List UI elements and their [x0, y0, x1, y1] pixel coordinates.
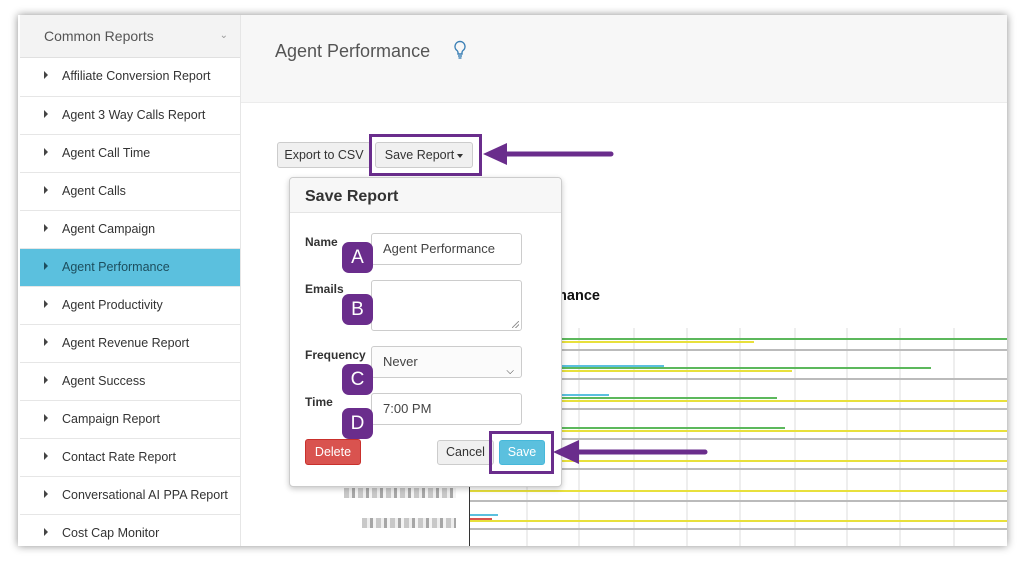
chevron-right-icon: [44, 71, 48, 79]
lightbulb-icon[interactable]: [452, 40, 468, 60]
chevron-down-icon[interactable]: ⌄: [220, 30, 228, 41]
chevron-right-icon: [44, 148, 48, 156]
chevron-right-icon: [44, 376, 48, 384]
sidebar-item-agent-performance[interactable]: Agent Performance: [20, 249, 240, 287]
cancel-button[interactable]: Cancel: [437, 440, 494, 465]
chevron-right-icon: [44, 528, 48, 536]
frequency-value: Never: [383, 354, 418, 369]
frequency-select[interactable]: Never ⌵: [371, 346, 522, 378]
sidebar-item-label: Conversational AI PPA Report: [62, 488, 228, 502]
sidebar-item-agent-productivity[interactable]: Agent Productivity: [20, 287, 240, 325]
chevron-right-icon: [44, 224, 48, 232]
sidebar-item-label: Agent 3 Way Calls Report: [62, 108, 206, 122]
time-input[interactable]: 7:00 PM: [371, 393, 522, 425]
sidebar-item-label: Agent Productivity: [62, 298, 163, 312]
sidebar-item-agent-campaign[interactable]: Agent Campaign: [20, 211, 240, 249]
export-csv-button[interactable]: Export to CSV: [277, 142, 371, 168]
sidebar: Common Reports ⌄ Affiliate Conversion Re…: [20, 15, 241, 546]
blurred-agent-name: [344, 488, 456, 498]
sidebar-item-campaign-report[interactable]: Campaign Report: [20, 401, 240, 439]
popover-header: Save Report: [290, 178, 561, 213]
time-label: Time: [305, 395, 333, 409]
sidebar-item-label: Affiliate Conversion Report: [62, 69, 211, 83]
sidebar-item-label: Agent Call Time: [62, 146, 151, 160]
chevron-down-icon: ⌵: [506, 366, 514, 377]
chevron-right-icon: [44, 414, 48, 422]
sidebar-item-agent-success[interactable]: Agent Success: [20, 363, 240, 401]
callout-badge-b: B: [342, 294, 373, 325]
sidebar-item-label: Agent Performance: [62, 260, 170, 274]
sidebar-item-contact-rate-report[interactable]: Contact Rate Report: [20, 439, 240, 477]
sidebar-item-affiliate-conversion-report[interactable]: Affiliate Conversion Report: [20, 58, 240, 97]
sidebar-item-agent-revenue-report[interactable]: Agent Revenue Report: [20, 325, 240, 363]
sidebar-item-agent-calls[interactable]: Agent Calls: [20, 173, 240, 211]
sidebar-item-conversational-ai-ppa-report[interactable]: Conversational AI PPA Report: [20, 477, 240, 515]
chevron-right-icon: [44, 262, 48, 270]
annotation-arrow-save-report: [483, 143, 614, 165]
chevron-right-icon: [44, 110, 48, 118]
annotation-arrow-save: [553, 440, 708, 464]
sidebar-item-label: Cost Cap Monitor: [62, 526, 160, 540]
page-title: Agent Performance: [275, 41, 431, 61]
chevron-right-icon: [44, 300, 48, 308]
callout-badge-c: C: [342, 364, 373, 395]
sidebar-item-label: Agent Calls: [62, 184, 126, 198]
highlight-box-save: [489, 431, 554, 474]
callout-badge-d: D: [342, 408, 373, 439]
sidebar-item-label: Contact Rate Report: [62, 450, 176, 464]
sidebar-item-label: Agent Revenue Report: [62, 336, 190, 350]
browser-frame: Common Reports ⌄ Affiliate Conversion Re…: [18, 15, 1007, 546]
sidebar-section-common-reports[interactable]: Common Reports ⌄: [20, 15, 240, 58]
name-input[interactable]: Agent Performance: [371, 233, 522, 265]
name-label: Name: [305, 235, 338, 249]
sidebar-item-agent-call-time[interactable]: Agent Call Time: [20, 135, 240, 173]
sidebar-list: Affiliate Conversion Report Agent 3 Way C…: [20, 58, 240, 546]
sidebar-item-label: Agent Success: [62, 374, 146, 388]
sidebar-item-label: Agent Campaign: [62, 222, 156, 236]
chevron-right-icon: [44, 452, 48, 460]
sidebar-item-cost-cap-monitor[interactable]: Cost Cap Monitor: [20, 515, 240, 546]
emails-textarea[interactable]: [371, 280, 522, 331]
delete-button[interactable]: Delete: [305, 439, 361, 465]
chevron-right-icon: [44, 338, 48, 346]
frequency-label: Frequency: [305, 348, 366, 362]
sidebar-section-label: Common Reports: [44, 28, 154, 44]
popover-title: Save Report: [305, 188, 399, 205]
highlight-box-save-report: [369, 134, 482, 176]
sidebar-item-agent-3-way-calls-report[interactable]: Agent 3 Way Calls Report: [20, 97, 240, 135]
resize-handle-icon[interactable]: [512, 321, 519, 328]
callout-badge-a: A: [342, 242, 373, 273]
emails-label: Emails: [305, 282, 344, 296]
chevron-right-icon: [44, 186, 48, 194]
sidebar-item-label: Campaign Report: [62, 412, 160, 426]
title-bar: Agent Performance: [241, 15, 1007, 103]
chevron-right-icon: [44, 490, 48, 498]
blurred-agent-name: [362, 518, 456, 528]
